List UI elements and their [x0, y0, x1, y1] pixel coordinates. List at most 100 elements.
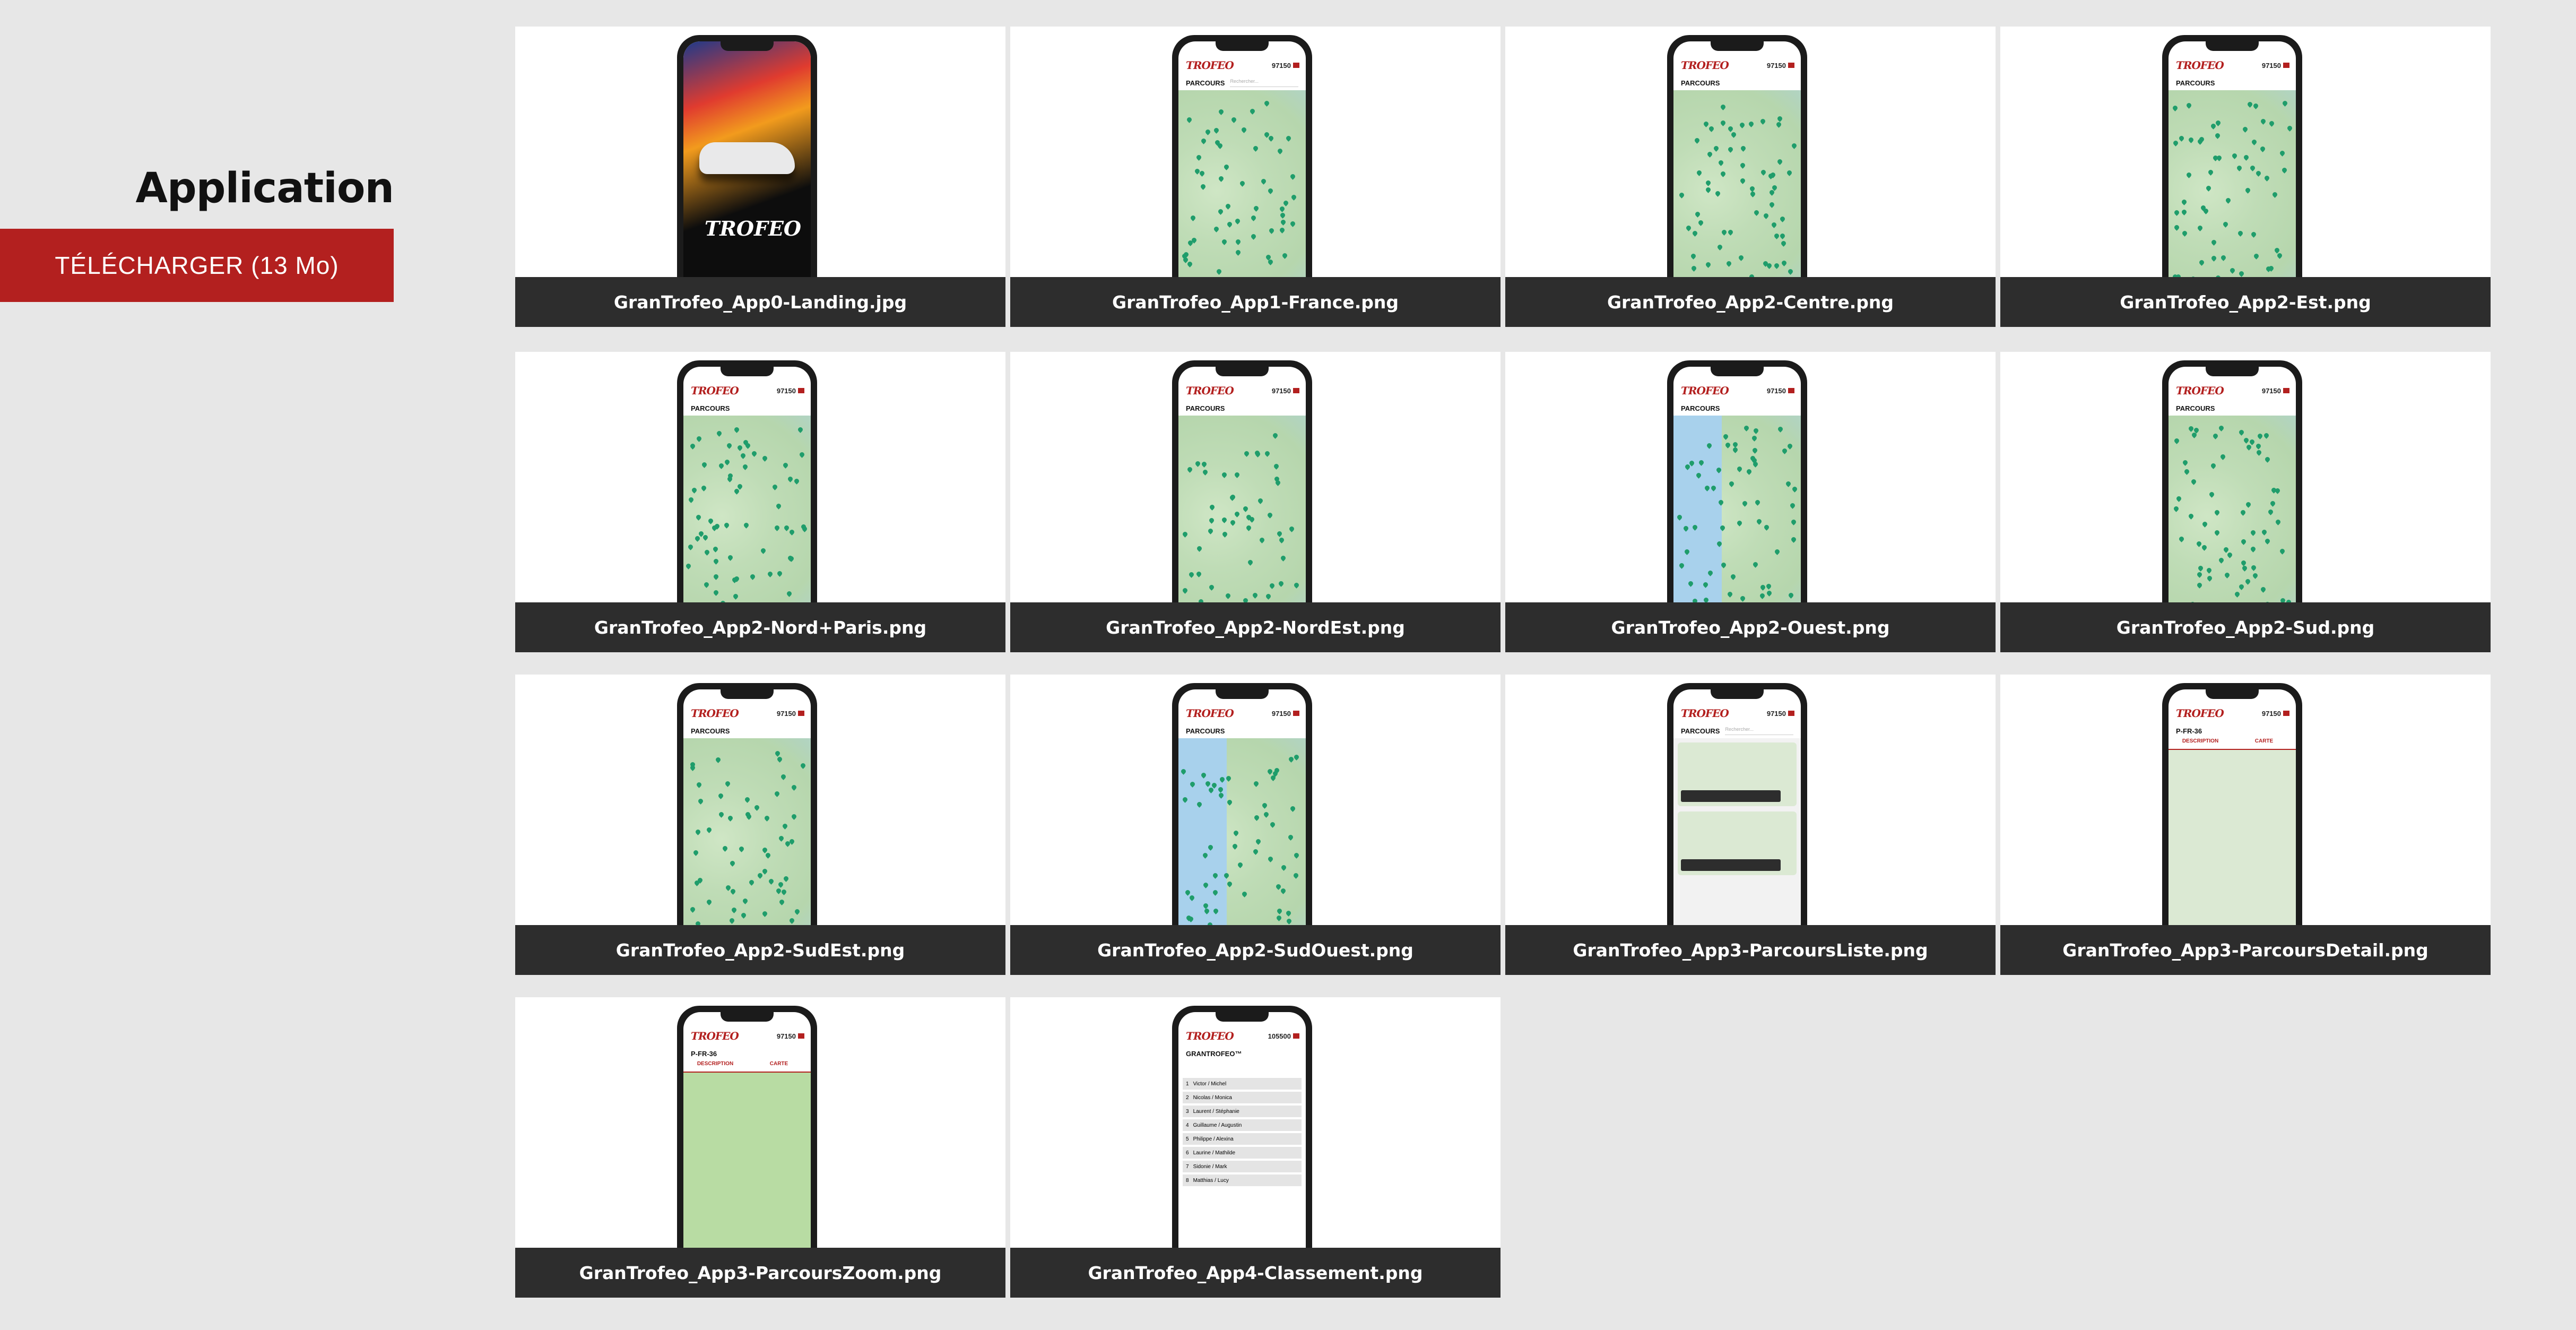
- map-pin-icon[interactable]: [2181, 209, 2188, 216]
- map-pin-icon[interactable]: [1186, 466, 1193, 473]
- map-pin-icon[interactable]: [1236, 861, 1244, 868]
- map-pin-icon[interactable]: [1221, 516, 1228, 523]
- map-pin-icon[interactable]: [1779, 215, 1786, 222]
- map-pin-icon[interactable]: [1221, 471, 1228, 478]
- map-pin-icon[interactable]: [1742, 425, 1750, 432]
- map-pin-icon[interactable]: [1756, 517, 1763, 525]
- map-pin-icon[interactable]: [2254, 170, 2262, 177]
- map-pin-icon[interactable]: [2218, 557, 2225, 564]
- gallery-tile[interactable]: TROFEO 97150 PARCOURS Rechercher... GranTrof…: [1505, 675, 1996, 975]
- ranking-row[interactable]: 2 Nicolas / Monica: [1183, 1092, 1302, 1103]
- map-pin-icon[interactable]: [1727, 591, 1734, 598]
- gallery-tile[interactable]: TROFEO 97150 PARCOURS GranTrofeo_App2-Nord+…: [515, 352, 1005, 652]
- map-pin-icon[interactable]: [1279, 211, 1286, 219]
- map-pin-icon[interactable]: [695, 435, 702, 442]
- map-pin-icon[interactable]: [2172, 140, 2179, 147]
- tab-carte[interactable]: CARTE: [2232, 738, 2296, 750]
- ranking-row[interactable]: 6 Laurine / Mathilde: [1183, 1147, 1302, 1159]
- map-pin-icon[interactable]: [761, 454, 768, 462]
- map-pin-icon[interactable]: [714, 756, 722, 764]
- map-pin-icon[interactable]: [1774, 548, 1781, 555]
- ranking-row[interactable]: 8 Matthias / Lucy: [1183, 1174, 1302, 1186]
- map-pin-icon[interactable]: [1780, 240, 1787, 247]
- map-pin-icon[interactable]: [1225, 203, 1232, 210]
- map-pin-icon[interactable]: [1719, 103, 1727, 111]
- map-pin-icon[interactable]: [1250, 233, 1257, 240]
- map-pin-icon[interactable]: [1770, 221, 1777, 228]
- map-pin-icon[interactable]: [788, 917, 796, 925]
- map-pin-icon[interactable]: [726, 442, 733, 450]
- map-pin-icon[interactable]: [742, 463, 749, 471]
- map-pin-icon[interactable]: [1738, 254, 1745, 261]
- map-pin-icon[interactable]: [2226, 551, 2233, 558]
- map-pin-icon[interactable]: [1253, 814, 1261, 821]
- map-pin-icon[interactable]: [1204, 128, 1212, 135]
- map-pin-icon[interactable]: [2235, 165, 2243, 172]
- map-pin-icon[interactable]: [1784, 480, 1792, 487]
- map-pin-icon[interactable]: [701, 461, 708, 468]
- map-pin-icon[interactable]: [1728, 480, 1735, 488]
- gallery-tile[interactable]: TROFEO97150P-FR-36DESCRIPTIONCARTECHOISI…: [2000, 675, 2491, 975]
- map-pin-icon[interactable]: [793, 908, 801, 915]
- map-pin-icon[interactable]: [712, 546, 719, 553]
- map-pin-icon[interactable]: [1285, 135, 1293, 142]
- map-pin-icon[interactable]: [1226, 221, 1233, 228]
- map-pin-icon[interactable]: [782, 823, 789, 830]
- map-pin-icon[interactable]: [1739, 161, 1746, 169]
- map-pin-icon[interactable]: [1235, 238, 1242, 245]
- map-pin-icon[interactable]: [1740, 145, 1747, 152]
- map-pin-icon[interactable]: [2263, 175, 2270, 182]
- map-pin-icon[interactable]: [2211, 432, 2219, 439]
- map-pin-icon[interactable]: [1786, 442, 1794, 450]
- map-pin-icon[interactable]: [1777, 426, 1784, 433]
- map-pin-icon[interactable]: [1238, 180, 1246, 187]
- map-pin-icon[interactable]: [1293, 582, 1300, 589]
- map-pin-icon[interactable]: [1768, 201, 1775, 209]
- map-pin-icon[interactable]: [1706, 151, 1713, 158]
- map-pin-icon[interactable]: [1200, 183, 1207, 191]
- map-pin-icon[interactable]: [1727, 229, 1734, 236]
- map-pin-icon[interactable]: [722, 844, 729, 852]
- map-pin-icon[interactable]: [1697, 219, 1704, 226]
- map-pin-icon[interactable]: [2210, 239, 2217, 246]
- map-pin-icon[interactable]: [1690, 253, 1697, 260]
- map-pin-icon[interactable]: [740, 912, 748, 919]
- map-pin-icon[interactable]: [1248, 107, 1256, 115]
- map-pin-icon[interactable]: [2214, 509, 2221, 516]
- map-pin-icon[interactable]: [760, 547, 767, 555]
- map-pin-icon[interactable]: [713, 558, 719, 565]
- map-pin-icon[interactable]: [2178, 536, 2185, 543]
- map-pin-icon[interactable]: [1221, 238, 1228, 245]
- map-pin-icon[interactable]: [2281, 99, 2288, 107]
- map-pin-icon[interactable]: [1195, 154, 1202, 161]
- map-pin-icon[interactable]: [1289, 805, 1296, 812]
- map-pin-icon[interactable]: [707, 517, 714, 524]
- map-pin-icon[interactable]: [700, 484, 707, 491]
- gallery-tile[interactable]: TROFEO 97150 PARCOURS GranTrofeo_App2-Est.p…: [2000, 27, 2491, 327]
- map-pin-icon[interactable]: [1252, 780, 1260, 787]
- map-pin-icon[interactable]: [724, 780, 732, 787]
- map-pin-icon[interactable]: [1221, 530, 1229, 538]
- map-pin-icon[interactable]: [1776, 158, 1783, 166]
- map-pin-icon[interactable]: [1268, 582, 1276, 590]
- map-pin-icon[interactable]: [1788, 591, 1794, 599]
- map-pin-icon[interactable]: [765, 851, 772, 859]
- map-pin-icon[interactable]: [1278, 205, 1286, 212]
- map-pin-icon[interactable]: [1741, 500, 1749, 507]
- map-pin-icon[interactable]: [1293, 754, 1300, 761]
- map-pin-icon[interactable]: [1234, 471, 1241, 478]
- map-pin-icon[interactable]: [1258, 536, 1265, 543]
- map-pin-icon[interactable]: [1714, 190, 1721, 197]
- map-pin-icon[interactable]: [743, 522, 750, 529]
- map-pin-icon[interactable]: [732, 592, 739, 600]
- map-pin-icon[interactable]: [776, 570, 784, 577]
- map-pin-icon[interactable]: [1718, 159, 1725, 166]
- map-pin-icon[interactable]: [2206, 575, 2214, 582]
- map-pin-icon[interactable]: [2241, 564, 2249, 572]
- map-pin-icon[interactable]: [689, 906, 696, 913]
- map-pin-icon[interactable]: [2197, 564, 2204, 572]
- map-pin-icon[interactable]: [695, 781, 702, 788]
- map-pin-icon[interactable]: [2252, 102, 2260, 109]
- map-pin-icon[interactable]: [2196, 582, 2204, 589]
- map-pin-icon[interactable]: [1776, 115, 1783, 123]
